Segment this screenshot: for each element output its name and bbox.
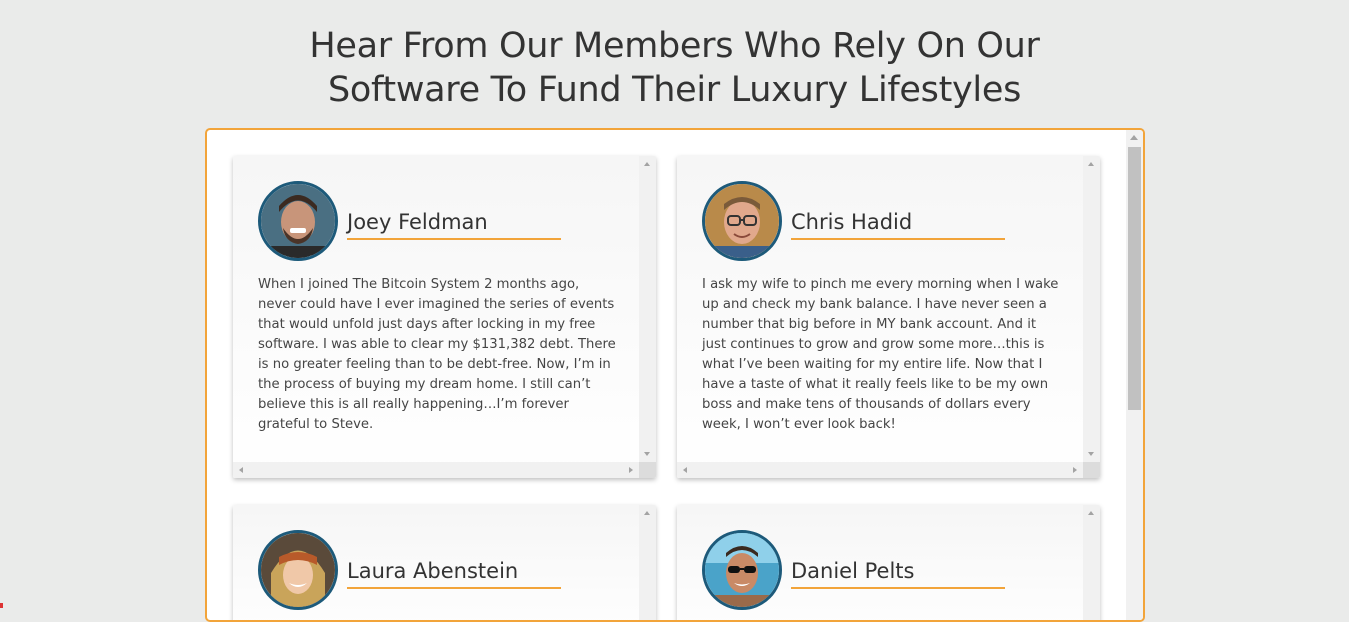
scroll-down-icon[interactable] [1088,452,1094,456]
avatar [702,530,782,610]
scroll-corner [639,462,656,478]
avatar [258,181,338,261]
edge-marker [0,603,3,608]
avatar [258,530,338,610]
scroll-corner [1083,462,1100,478]
scroll-down-icon[interactable] [644,452,650,456]
scroll-up-icon[interactable] [1088,511,1094,515]
scroll-right-icon[interactable] [1073,467,1077,473]
testimonial-quote: I ask my wife to pinch me every morning … [702,277,1059,432]
scroll-up-icon[interactable] [1088,162,1094,166]
testimonial-card[interactable]: Chris Hadid I ask my wife to pinch me ev… [677,156,1100,478]
testimonial-card[interactable]: Joey Feldman When I joined The Bitcoin S… [233,156,656,478]
testimonial-quote: When I joined The Bitcoin System 2 month… [258,277,616,432]
testimonial-card[interactable]: Laura Abenstein [233,505,656,620]
page-title-line-2: Software To Fund Their Luxury Lifestyles [327,70,1022,110]
scroll-up-icon[interactable] [1130,135,1138,140]
testimonial-name: Daniel Pelts [791,557,1005,589]
scrollbar-thumb[interactable] [1128,147,1141,410]
card-vertical-scrollbar[interactable] [639,156,656,462]
container-vertical-scrollbar[interactable] [1126,130,1143,620]
scroll-left-icon[interactable] [683,467,687,473]
scroll-up-icon[interactable] [644,511,650,515]
scroll-left-icon[interactable] [239,467,243,473]
page-title: Hear From Our Members Who Rely On Our So… [0,24,1349,112]
testimonial-name: Joey Feldman [347,208,561,240]
scroll-right-icon[interactable] [629,467,633,473]
card-vertical-scrollbar[interactable] [1083,505,1100,620]
avatar [702,181,782,261]
card-vertical-scrollbar[interactable] [639,505,656,620]
card-horizontal-scrollbar[interactable] [233,462,639,478]
testimonial-name: Laura Abenstein [347,557,561,589]
testimonial-name: Chris Hadid [791,208,1005,240]
page-title-line-1: Hear From Our Members Who Rely On Our [309,26,1040,66]
testimonial-card[interactable]: Daniel Pelts [677,505,1100,620]
scroll-up-icon[interactable] [644,162,650,166]
testimonials-container[interactable]: Joey Feldman When I joined The Bitcoin S… [205,128,1145,622]
card-horizontal-scrollbar[interactable] [677,462,1083,478]
card-vertical-scrollbar[interactable] [1083,156,1100,462]
